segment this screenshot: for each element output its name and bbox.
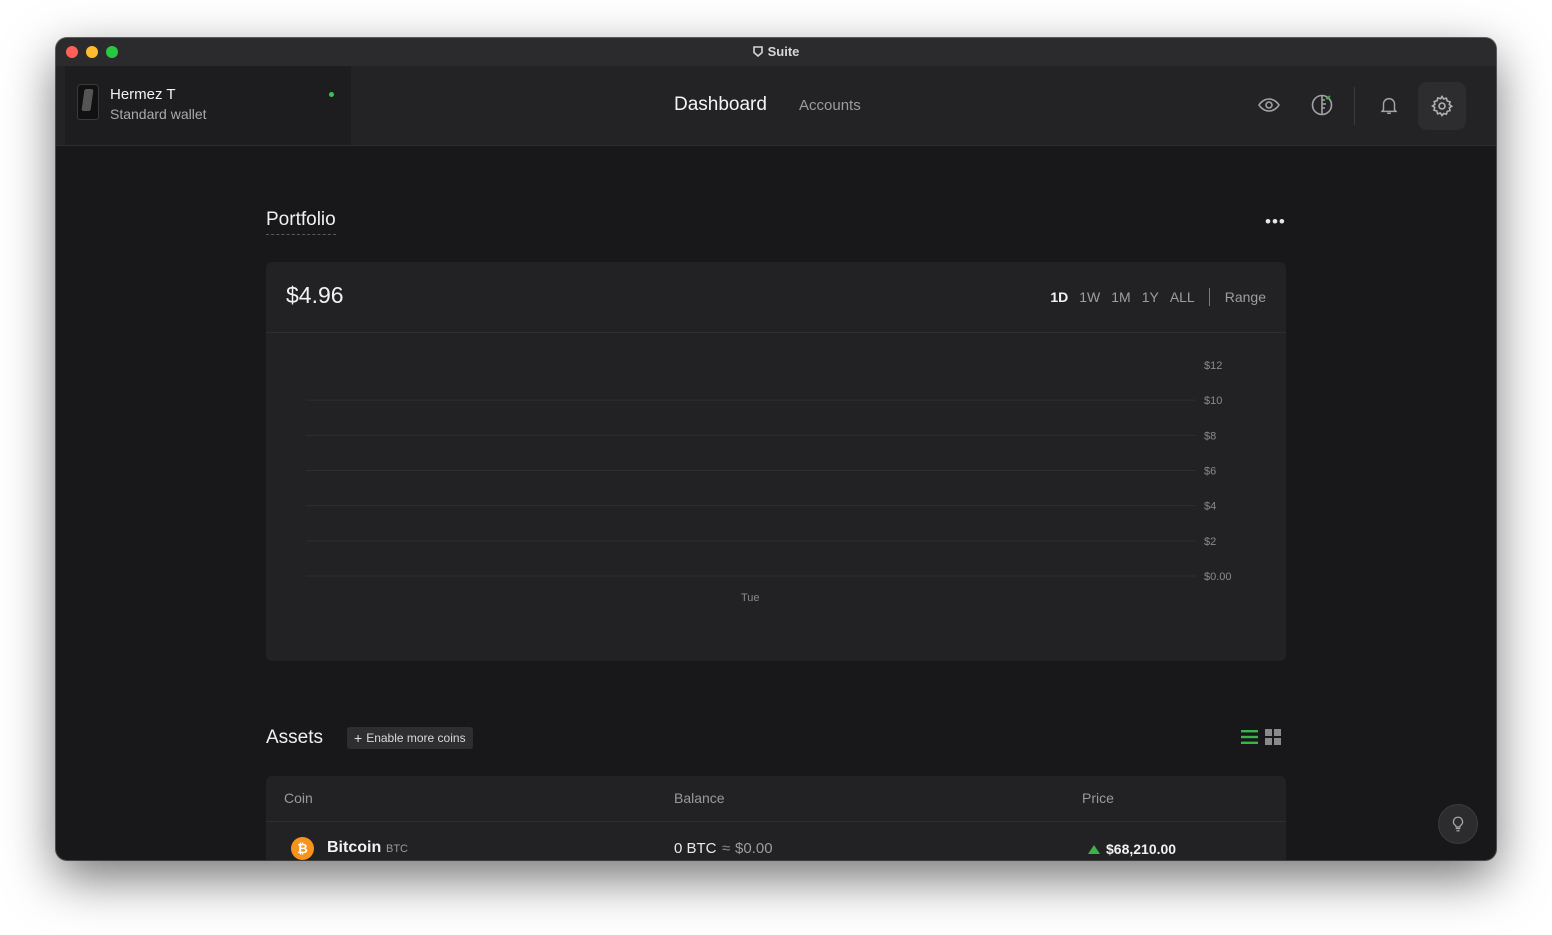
portfolio-card: $4.96 1D 1W 1M 1Y ALL Range $12 $10 $8 $6 $4… (266, 262, 1286, 661)
column-header-price[interactable]: Price (1082, 790, 1114, 806)
portfolio-chart: $12 $10 $8 $6 $4 $2 $0.00 Tue (306, 360, 1232, 604)
grid-view-icon[interactable] (1265, 729, 1281, 750)
bitcoin-icon: ₿ (291, 837, 314, 860)
y-tick-label: $2 (1204, 536, 1216, 548)
y-tick-label: $6 (1204, 466, 1216, 478)
nav-dashboard[interactable]: Dashboard (674, 94, 767, 116)
y-tick-label: $0.00 (1204, 571, 1232, 583)
column-header-balance[interactable]: Balance (674, 790, 725, 806)
discreet-mode-icon[interactable] (1309, 92, 1335, 118)
connection-status-icon (329, 92, 334, 97)
toolbar-divider (1354, 87, 1355, 125)
price-up-icon (1088, 845, 1100, 854)
x-tick-label: Tue (741, 592, 760, 604)
suite-logo-icon (752, 46, 763, 58)
plus-icon: + (354, 730, 363, 746)
bell-icon[interactable] (1376, 92, 1402, 118)
enable-more-coins-button[interactable]: + Enable more coins (347, 727, 473, 749)
tips-button[interactable] (1438, 804, 1478, 844)
y-tick-label: $12 (1204, 360, 1222, 372)
range-1m[interactable]: 1M (1111, 289, 1130, 305)
coin-name: Bitcoin (327, 839, 382, 856)
price-value: $68,210.00 (1106, 841, 1177, 857)
y-tick-label: $4 (1204, 501, 1216, 513)
table-row[interactable]: ₿ Bitcoin BTC 0 BTC ≈ $0.00 $68,210.00 (266, 822, 1286, 860)
wallet-type: Standard wallet (110, 106, 207, 122)
device-switcher[interactable]: Hermez T Standard wallet (65, 66, 351, 145)
window-title: Suite (56, 44, 1496, 59)
range-all[interactable]: ALL (1170, 289, 1195, 305)
range-divider (1208, 288, 1210, 306)
column-header-coin[interactable]: Coin (284, 790, 313, 806)
range-1d[interactable]: 1D (1050, 289, 1068, 305)
title-bar: Suite (56, 38, 1496, 67)
list-view-icon[interactable] (1241, 729, 1258, 750)
portfolio-card-header: $4.96 1D 1W 1M 1Y ALL Range (266, 262, 1286, 333)
more-options-button[interactable]: ••• (1265, 212, 1286, 232)
device-icon (77, 84, 99, 120)
custom-range-button[interactable]: Range (1225, 289, 1266, 305)
balance-fiat: $0.00 (735, 840, 773, 857)
y-tick-label: $10 (1204, 395, 1222, 407)
range-1y[interactable]: 1Y (1142, 289, 1159, 305)
device-name: Hermez T (110, 86, 176, 103)
lightbulb-icon (1452, 816, 1464, 832)
range-selector: 1D 1W 1M 1Y ALL Range (1039, 288, 1266, 306)
approx-symbol: ≈ (722, 840, 731, 857)
assets-title: Assets (266, 727, 324, 748)
top-navigation: Hermez T Standard wallet Dashboard Accou… (56, 66, 1496, 146)
window-title-text: Suite (767, 44, 800, 59)
portfolio-title[interactable]: Portfolio (266, 209, 336, 235)
assets-table: Coin Balance Price ₿ Bitcoin BTC 0 BTC ≈… (266, 776, 1286, 860)
y-tick-label: $8 (1204, 430, 1216, 442)
nav-accounts[interactable]: Accounts (799, 97, 861, 114)
balance-amount: 0 BTC (674, 840, 717, 857)
enable-more-coins-label: Enable more coins (366, 731, 466, 745)
eye-icon[interactable] (1256, 92, 1282, 118)
gear-icon (1431, 95, 1454, 117)
coin-ticker: BTC (386, 843, 408, 855)
range-1w[interactable]: 1W (1079, 289, 1100, 305)
settings-button[interactable] (1418, 82, 1466, 130)
portfolio-total-value: $4.96 (286, 282, 344, 308)
app-window: Suite Hermez T Standard wallet Dashboard… (56, 38, 1496, 860)
